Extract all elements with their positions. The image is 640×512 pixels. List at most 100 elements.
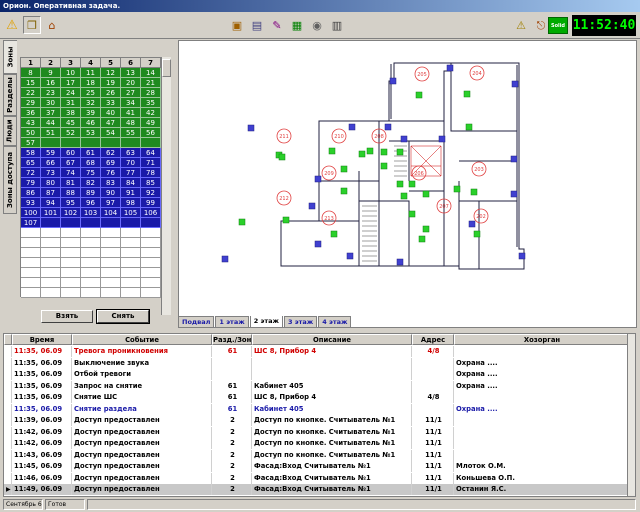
zone-cell[interactable]: 32 xyxy=(81,98,101,108)
zone-cell[interactable]: 72 xyxy=(21,168,41,178)
table-row[interactable]: 11:35, 06.09 Запрос на снятие 61 Кабинет 40… xyxy=(4,380,630,392)
zone-cell[interactable]: 48 xyxy=(121,118,141,128)
zone-cell[interactable]: 8 xyxy=(21,68,41,78)
table-row[interactable]: 11:42, 06.09 Доступ предоставлен 2 Доступ п… xyxy=(4,426,630,438)
zone-cell[interactable]: 55 xyxy=(121,128,141,138)
column-header[interactable]: Описание xyxy=(252,334,412,345)
zone-cell[interactable]: 34 xyxy=(121,98,141,108)
zone-cell[interactable]: 41 xyxy=(121,108,141,118)
zone-cell[interactable] xyxy=(141,138,161,148)
zone-cell[interactable]: 60 xyxy=(61,148,81,158)
table-row[interactable]: 11:39, 06.09 Доступ предоставлен 2 Доступ п… xyxy=(4,415,630,426)
zone-cell[interactable]: 10 xyxy=(61,68,81,78)
zone-cell[interactable] xyxy=(61,218,81,228)
zone-cell[interactable]: 105 xyxy=(121,208,141,218)
tab-sections[interactable]: Разделы xyxy=(3,74,17,116)
zone-cell[interactable]: 103 xyxy=(81,208,101,218)
zone-cell[interactable]: 9 xyxy=(41,68,61,78)
tab-zones[interactable]: Зоны xyxy=(3,40,17,74)
zone-cell[interactable]: 69 xyxy=(101,158,121,168)
zone-cell[interactable]: 27 xyxy=(121,88,141,98)
zone-cell[interactable]: 42 xyxy=(141,108,161,118)
zone-cell[interactable] xyxy=(81,218,101,228)
zone-grid-header[interactable]: 1 xyxy=(21,58,41,68)
zone-cell[interactable] xyxy=(121,138,141,148)
zone-cell[interactable]: 80 xyxy=(41,178,61,188)
zone-cell[interactable]: 67 xyxy=(61,158,81,168)
zone-cell[interactable]: 106 xyxy=(141,208,161,218)
zone-cell[interactable] xyxy=(141,218,161,228)
zone-cell[interactable]: 33 xyxy=(101,98,121,108)
zone-cell[interactable]: 38 xyxy=(61,108,81,118)
zone-cell[interactable]: 74 xyxy=(61,168,81,178)
zone-cell[interactable]: 15 xyxy=(21,78,41,88)
warning-icon[interactable]: ⚠ xyxy=(3,16,21,34)
zone-cell[interactable]: 20 xyxy=(121,78,141,88)
table-row[interactable]: 11:43, 06.09 Доступ предоставлен 2 Доступ п… xyxy=(4,449,630,461)
zone-cell[interactable]: 77 xyxy=(121,168,141,178)
zone-cell[interactable]: 39 xyxy=(81,108,101,118)
zone-cell[interactable]: 71 xyxy=(141,158,161,168)
zone-cell[interactable]: 90 xyxy=(101,188,121,198)
tab-floor-basement[interactable]: Подвал xyxy=(178,316,215,328)
zone-cell[interactable] xyxy=(41,138,61,148)
zone-cell[interactable]: 46 xyxy=(81,118,101,128)
zone-cell[interactable]: 53 xyxy=(81,128,101,138)
zone-grid-header[interactable]: 3 xyxy=(61,58,81,68)
zone-cell[interactable]: 54 xyxy=(101,128,121,138)
card-icon[interactable]: ▣ xyxy=(228,16,246,34)
zone-cell[interactable]: 57 xyxy=(21,138,41,148)
zone-cell[interactable]: 101 xyxy=(41,208,61,218)
zone-cell[interactable]: 49 xyxy=(141,118,161,128)
table-row[interactable]: 11:46, 06.09 Доступ предоставлен 2 Фасад:Вх… xyxy=(4,472,630,484)
home-icon[interactable]: ⌂ xyxy=(43,16,61,34)
table-row[interactable]: 11:35, 06.09 Выключение звука Охрана .... xyxy=(4,357,630,369)
zone-cell[interactable]: 73 xyxy=(41,168,61,178)
zone-cell[interactable]: 79 xyxy=(21,178,41,188)
zone-cell[interactable]: 40 xyxy=(101,108,121,118)
door-icon[interactable]: ⚠ xyxy=(512,16,530,34)
zone-cell[interactable]: 102 xyxy=(61,208,81,218)
zone-cell[interactable]: 45 xyxy=(61,118,81,128)
zone-cell[interactable]: 16 xyxy=(41,78,61,88)
zone-cell[interactable]: 87 xyxy=(41,188,61,198)
zone-cell[interactable]: 62 xyxy=(101,148,121,158)
column-header[interactable]: Разд./Зона xyxy=(212,334,252,345)
zone-cell[interactable]: 95 xyxy=(61,198,81,208)
zone-cell[interactable]: 99 xyxy=(141,198,161,208)
column-header[interactable]: Время xyxy=(12,334,72,345)
tab-floor-3[interactable]: 3 этаж xyxy=(283,316,318,328)
zone-cell[interactable]: 76 xyxy=(101,168,121,178)
table-row[interactable]: 11:35, 06.09 Снятие раздела 61 Кабинет 405 О… xyxy=(4,403,630,415)
column-header[interactable]: Хозорган xyxy=(454,334,630,345)
zone-cell[interactable]: 28 xyxy=(141,88,161,98)
zone-cell[interactable]: 86 xyxy=(21,188,41,198)
zone-cell[interactable] xyxy=(101,138,121,148)
zone-cell[interactable] xyxy=(121,218,141,228)
zone-cell[interactable]: 84 xyxy=(121,178,141,188)
table-row[interactable]: 11:35, 06.09 Снятие ШС 61 ШС 8, Прибор 4 4/8 xyxy=(4,392,630,403)
book-icon[interactable]: ❐ xyxy=(23,16,41,34)
tab-floor-2[interactable]: 2 этаж xyxy=(249,316,283,328)
zone-cell[interactable]: 26 xyxy=(101,88,121,98)
event-log-scrollbar[interactable] xyxy=(627,334,635,496)
scroll-thumb[interactable] xyxy=(162,59,171,77)
monitor-icon[interactable]: ▤ xyxy=(248,16,266,34)
zone-cell[interactable]: 36 xyxy=(21,108,41,118)
zone-cell[interactable]: 23 xyxy=(41,88,61,98)
zone-cell[interactable]: 19 xyxy=(101,78,121,88)
table-row[interactable]: 11:42, 06.09 Доступ предоставлен 2 Доступ п… xyxy=(4,438,630,449)
pencil-icon[interactable]: ✎ xyxy=(268,16,286,34)
zone-cell[interactable]: 61 xyxy=(81,148,101,158)
zone-cell[interactable]: 89 xyxy=(81,188,101,198)
zone-cell[interactable]: 66 xyxy=(41,158,61,168)
tab-floor-4[interactable]: 4 этаж xyxy=(318,316,352,328)
zone-cell[interactable]: 91 xyxy=(121,188,141,198)
zone-cell[interactable]: 14 xyxy=(141,68,161,78)
zone-cell[interactable]: 50 xyxy=(21,128,41,138)
zone-cell[interactable]: 63 xyxy=(121,148,141,158)
zone-cell[interactable]: 37 xyxy=(41,108,61,118)
zone-cell[interactable]: 24 xyxy=(61,88,81,98)
table-row[interactable]: ▶ 11:49, 06.09 Доступ предоставлен 2 Фасад:В… xyxy=(4,484,630,495)
table-row[interactable]: 11:35, 06.09 Тревога проникновения 61 ШС 8,… xyxy=(4,346,630,357)
